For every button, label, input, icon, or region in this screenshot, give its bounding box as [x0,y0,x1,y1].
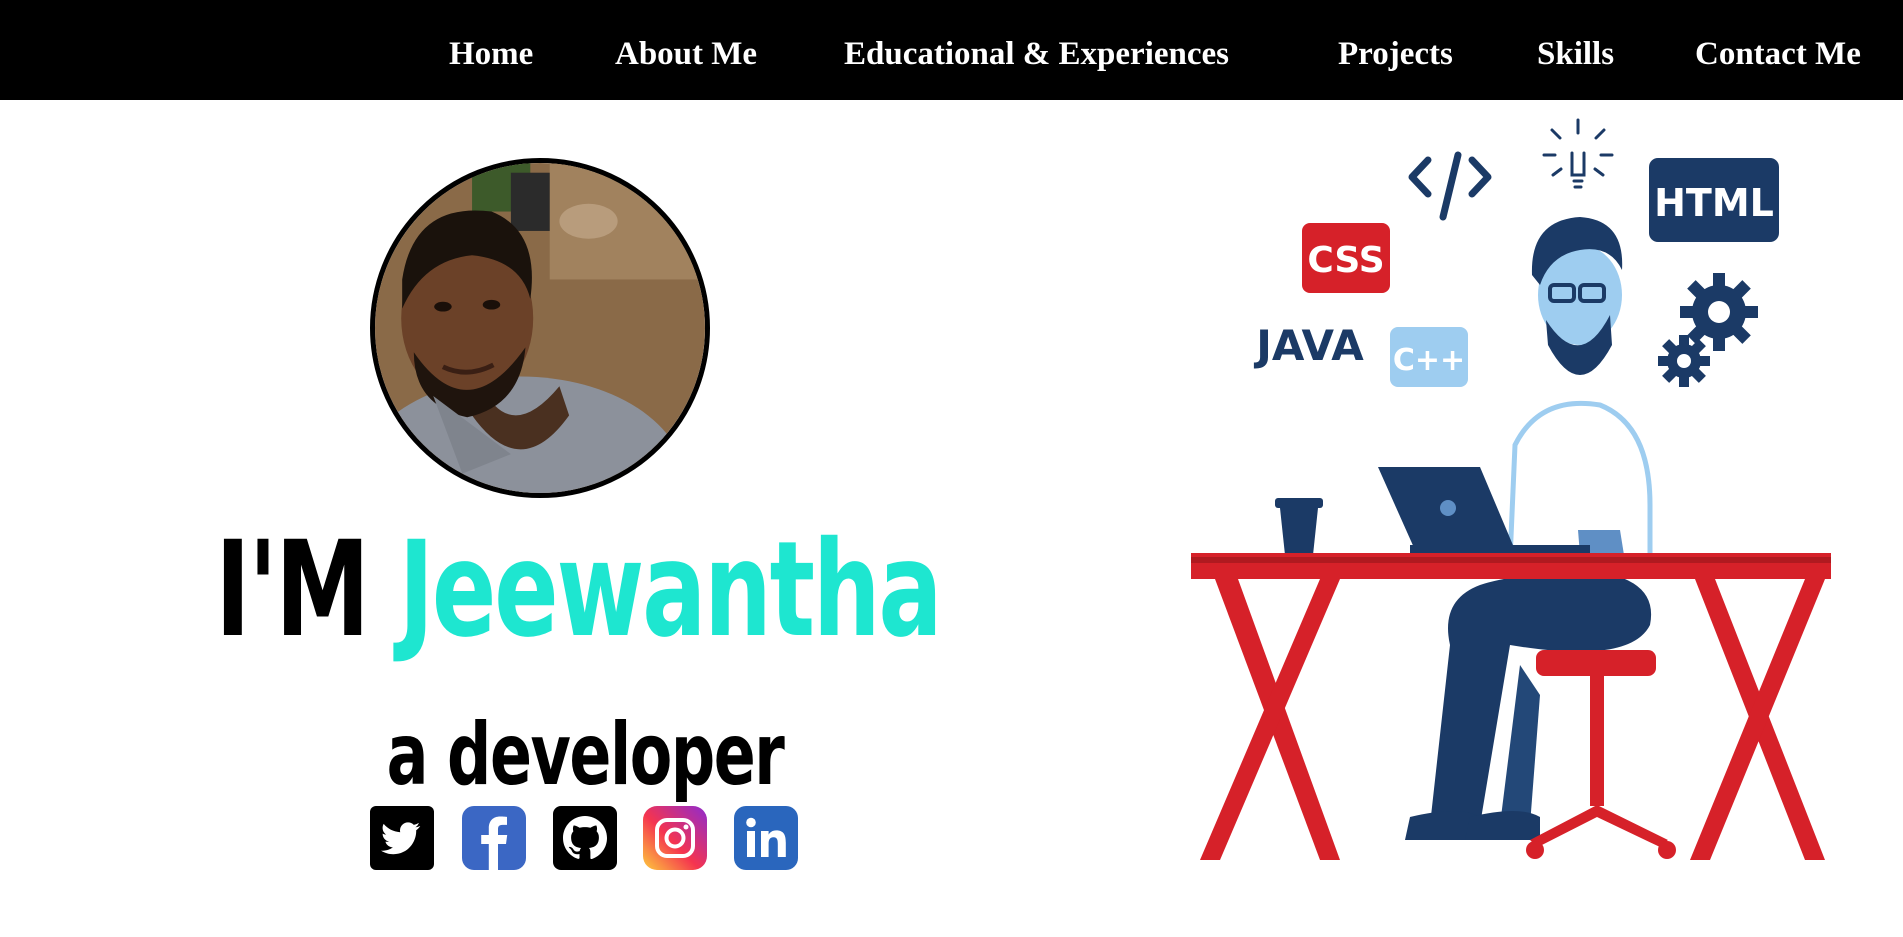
profile-photo [370,158,710,498]
code-tag-icon [1408,151,1492,221]
top-navbar: Home About Me Educational & Experiences … [0,0,1903,100]
lightbulb-icon [1542,118,1614,189]
hero-name: Jeewantha [398,513,943,667]
nav-education-link[interactable]: Educational & Experiences [844,34,1229,74]
twitter-icon[interactable] [370,806,434,870]
gear-icon [1658,273,1758,387]
hero-heading: I'M Jeewantha [164,515,992,665]
hero-prefix: I'M [215,513,370,667]
nav-skills-link[interactable]: Skills [1537,34,1614,74]
instagram-icon[interactable] [643,806,707,870]
java-label: JAVA [1253,321,1364,370]
developer-illustration: HTML CSS JAVA C++ [1180,105,1840,875]
css-badge-label: CSS [1307,240,1384,281]
github-icon[interactable] [553,806,617,870]
hero-subtitle: a developer [386,705,785,805]
nav-projects-link[interactable]: Projects [1338,34,1453,74]
nav-home-link[interactable]: Home [449,34,533,74]
coffee-cup [1275,498,1323,555]
nav-about-link[interactable]: About Me [615,34,757,74]
linkedin-icon[interactable] [734,806,798,870]
facebook-icon[interactable] [462,806,526,870]
nav-contact-link[interactable]: Contact Me [1695,34,1861,74]
cpp-badge-label: C++ [1393,343,1465,378]
stool [1526,650,1676,859]
html-badge-label: HTML [1654,181,1774,225]
